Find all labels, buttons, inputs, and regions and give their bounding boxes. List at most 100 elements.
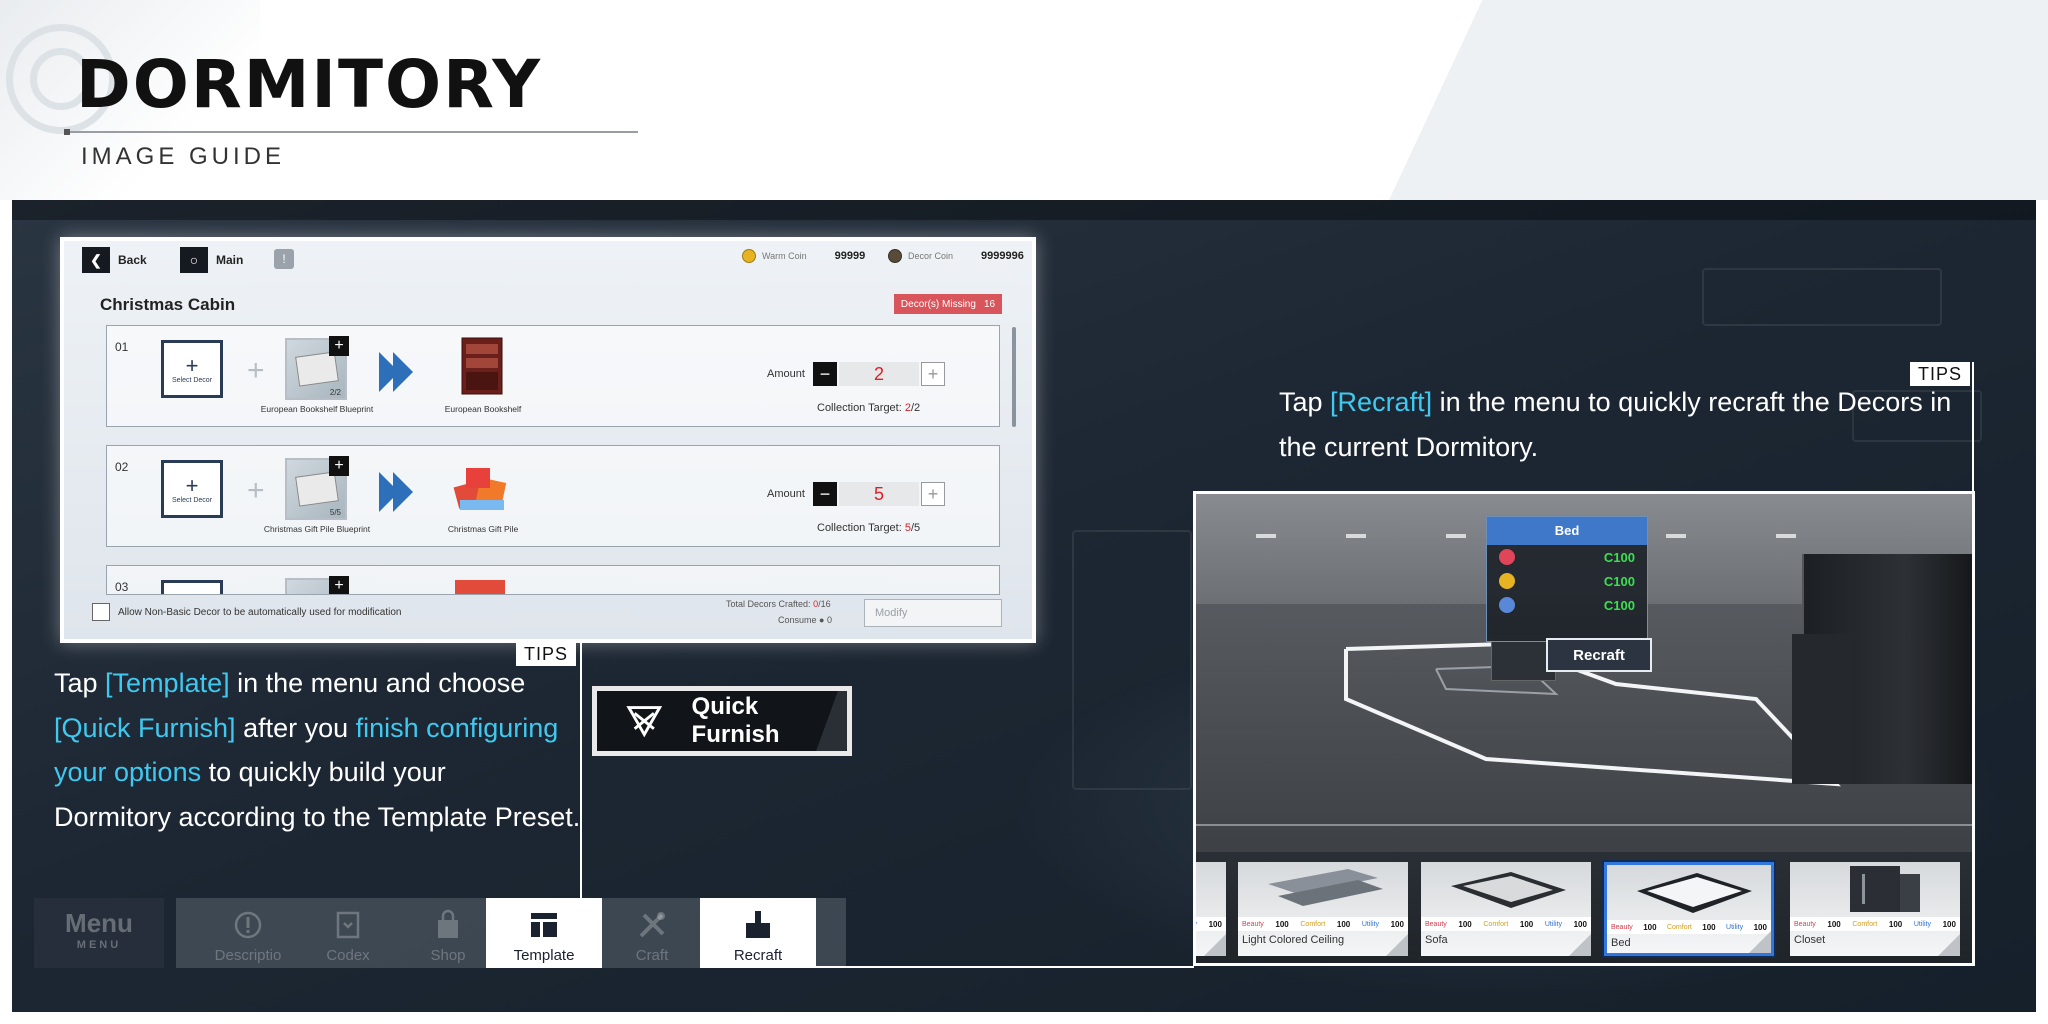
decrease-button[interactable]: − — [813, 362, 837, 386]
currency-name: Decor Coin — [908, 251, 954, 261]
blueprint-icon — [295, 471, 339, 507]
amount-label: Amount — [767, 368, 805, 380]
closet-icon — [1850, 866, 1920, 912]
catalog-item[interactable]: Beauty 100 Comfort 100 Utility 100 Closet — [1790, 862, 1960, 956]
modify-button[interactable]: Modify — [864, 599, 1002, 627]
menu-label: Menu — [65, 908, 133, 938]
tab-recraft[interactable]: Recraft — [700, 898, 816, 968]
arrow-right-icon — [379, 472, 413, 512]
utility-value: 100 — [1573, 919, 1587, 929]
tip-line: Tap [Template] in the menu and choose — [54, 661, 614, 706]
blueprint-slot[interactable]: + 2/2 — [285, 336, 349, 400]
tip-line: Tap [Recraft] in the menu to quickly rec… — [1279, 380, 1979, 425]
tip-highlight: [Template] — [105, 668, 230, 698]
total-total: /16 — [818, 599, 831, 609]
decrease-button[interactable]: − — [813, 482, 837, 506]
catalog-item[interactable]: Beauty 100 Comfort 100 Utility 100 Light Co… — [1238, 862, 1408, 956]
add-icon[interactable]: + — [329, 336, 349, 356]
recipe-row: 01 + Select Decor + + 2/2 European Books… — [106, 325, 1000, 427]
add-icon[interactable]: + — [329, 456, 349, 476]
catalog-stats: Beauty100 Comfort100 Utility100 — [1607, 920, 1771, 934]
select-decor-button[interactable] — [161, 580, 223, 594]
bottom-menu: Menu MENU Descriptio Codex Shop Template… — [34, 898, 846, 968]
tab-label: Template — [513, 947, 575, 964]
beauty-value: 100 — [1275, 919, 1289, 929]
back-button[interactable]: ❮ Back — [82, 247, 147, 273]
decor-info-card: Bed C100 C100 C100 — [1486, 516, 1648, 642]
allow-nonbasic-label: Allow Non-Basic Decor to be automaticall… — [118, 607, 402, 618]
page-title: DORMITORY — [76, 46, 543, 123]
beauty-label: Beauty — [1242, 920, 1264, 928]
blueprint-slot[interactable]: + — [285, 576, 349, 594]
quick-furnish-inner: Quick Furnish — [597, 691, 847, 751]
beauty-value: 100 — [1643, 922, 1657, 932]
item-icon — [455, 580, 505, 594]
quick-furnish-label: Quick Furnish — [691, 693, 780, 748]
gift-pile-icon — [453, 468, 507, 510]
collection-target: Collection Target: 5/5 — [817, 522, 920, 534]
quick-furnish-button[interactable]: Quick Furnish — [592, 686, 852, 756]
catalog-stats: Beauty100 Comfort100 Utility100 — [1421, 917, 1591, 931]
catalog-stats: Beauty100 Comfort100 Utility100 — [1790, 917, 1960, 931]
background-top-bar — [12, 200, 2036, 220]
template-icon — [531, 913, 557, 937]
comfort-value: 100 — [1336, 919, 1351, 929]
cabinet-model — [1792, 634, 1852, 784]
menu-button[interactable]: Menu MENU — [34, 898, 164, 968]
utility-icon — [1499, 597, 1515, 613]
catalog-item-selected[interactable]: Beauty 100 Comfort 100 Utility 100 Bed — [1604, 862, 1774, 956]
recraft-button[interactable]: Recraft — [1546, 638, 1652, 672]
target-label: Collection Target: — [817, 402, 902, 414]
increase-button[interactable]: + — [921, 362, 945, 386]
gold-coin-icon — [742, 249, 756, 263]
tip-recraft-text: Tap [Recraft] in the menu to quickly rec… — [1279, 380, 1979, 469]
amount-value[interactable]: 2 — [839, 362, 919, 386]
add-icon[interactable]: + — [329, 576, 349, 594]
beauty-label: Beauty — [1794, 920, 1816, 928]
beauty-label: Beauty — [1425, 920, 1447, 928]
catalog-item-name: Light Colored Ceiling — [1242, 934, 1345, 946]
tab-description[interactable]: Descriptio — [190, 898, 306, 968]
target-total: /5 — [910, 522, 921, 534]
missing-label: Decor(s) Missing — [900, 298, 976, 310]
tab-template[interactable]: Template — [486, 898, 602, 968]
currency-value: 99999 — [834, 250, 866, 262]
utility-label: Utility — [1193, 920, 1197, 928]
recipe-row: 02 + Select Decor + + 5/5 Christmas Gift… — [106, 445, 1000, 547]
amount-label: Amount — [767, 488, 805, 500]
allow-nonbasic-checkbox[interactable] — [92, 603, 110, 621]
utility-value: 100 — [1390, 919, 1404, 929]
catalog-item[interactable]: Beauty100 Comfort100 Utility100 — [1193, 862, 1226, 956]
select-decor-label: Select Decor — [171, 376, 213, 384]
stat-value: C100 — [1603, 549, 1635, 565]
blueprint-slot[interactable]: + 5/5 — [285, 456, 349, 520]
back-arrow-icon: ❮ — [82, 247, 110, 273]
blueprint-count: 5/5 — [329, 508, 341, 517]
consume-label: Consume — [778, 615, 817, 625]
catalog-item[interactable]: Beauty 100 Comfort 100 Utility 100 Sofa — [1421, 862, 1591, 956]
corner-decoration — [1938, 934, 1960, 956]
main-button[interactable]: ○ Main — [180, 247, 243, 273]
tip-template-text: Tap [Template] in the menu and choose [Q… — [54, 661, 614, 839]
tab-craft[interactable]: Craft — [594, 898, 710, 968]
amount-value[interactable]: 5 — [839, 482, 919, 506]
tip-line: Dormitory according to the Template Pres… — [54, 801, 581, 832]
tip-line: your options to quickly build your — [54, 750, 614, 795]
tab-codex[interactable]: Codex — [290, 898, 406, 968]
total-label: Total Decors Crafted: — [726, 599, 811, 609]
comfort-label: Comfort — [1666, 923, 1692, 931]
select-decor-button[interactable]: + Select Decor — [161, 460, 223, 518]
beauty-icon — [1499, 549, 1515, 565]
decor-missing-badge[interactable]: Decor(s) Missing 16 — [894, 294, 1002, 314]
info-icon — [234, 911, 262, 939]
tip-highlight: [Recraft] — [1330, 387, 1433, 417]
plus-icon: + — [247, 354, 265, 387]
comfort-value: 100 — [1888, 919, 1903, 929]
sofa-icon — [1451, 872, 1566, 908]
increase-button[interactable]: + — [921, 482, 945, 506]
scrollbar[interactable] — [1012, 327, 1016, 427]
select-decor-button[interactable]: + Select Decor — [161, 340, 223, 398]
recraft-screenshot: Bed C100 C100 C100 Recraft Beauty 100 Com… — [1193, 491, 1975, 966]
title-divider — [64, 129, 638, 135]
info-icon[interactable]: ! — [274, 249, 294, 269]
